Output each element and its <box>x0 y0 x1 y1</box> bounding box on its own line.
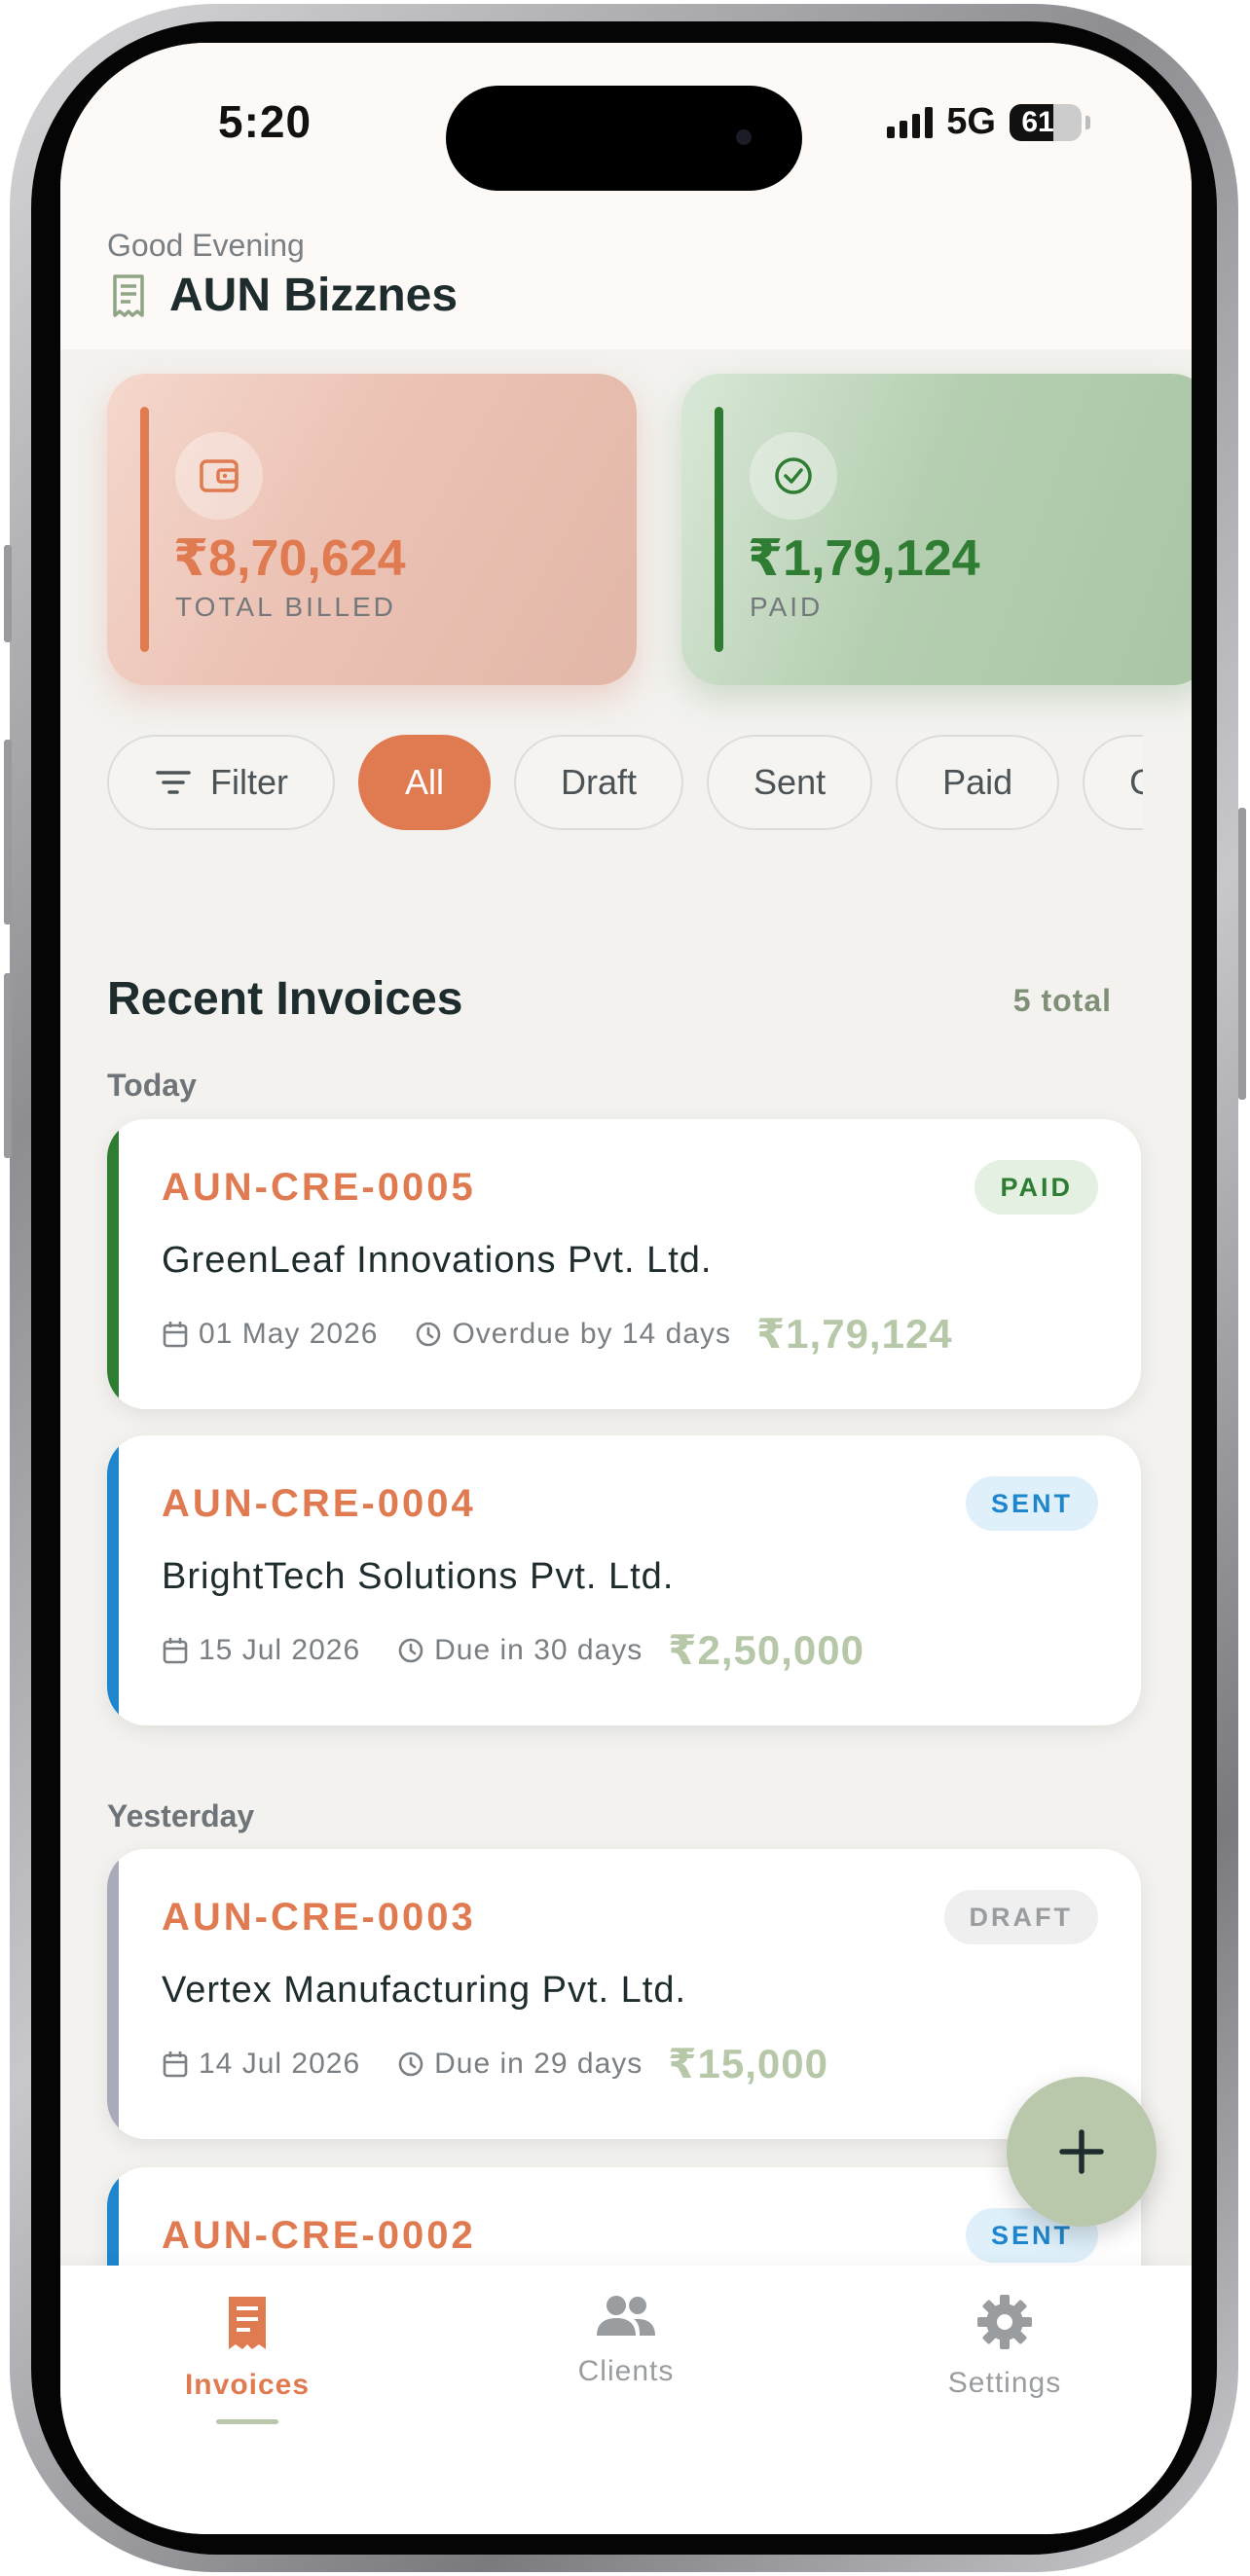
due-text: Due in 30 days <box>434 1633 643 1666</box>
nav-clients-label: Clients <box>577 2355 675 2387</box>
summary-cards: ₹8,70,624 TOTAL BILLED ₹1,79,124 PAID <box>107 374 1192 705</box>
card-accent-bar <box>140 407 149 652</box>
invoice-date: 14 Jul 2026 <box>199 2047 361 2080</box>
card-accent-bar <box>715 407 723 652</box>
status-indicators: 5G 61 <box>887 101 1090 143</box>
action-button <box>4 545 12 642</box>
calendar-icon <box>163 1637 188 1663</box>
active-indicator <box>216 2419 278 2424</box>
chip-sent[interactable]: Sent <box>707 735 873 830</box>
invoice-date: 01 May 2026 <box>199 1317 379 1350</box>
nav-settings[interactable]: Settings <box>888 2293 1121 2400</box>
invoice-meta: 14 Jul 2026 Due in 29 days ₹15,000 <box>162 2040 828 2087</box>
calendar-icon <box>163 2050 188 2077</box>
business-name: AUN Bizznes <box>169 270 459 321</box>
invoice-icon <box>229 2297 266 2349</box>
client-name: BrightTech Solutions Pvt. Ltd. <box>162 1556 675 1597</box>
receipt-icon <box>113 273 144 317</box>
status-time: 5:20 <box>218 96 312 147</box>
due-text: Due in 29 days <box>434 2047 643 2080</box>
filter-button[interactable]: Filter <box>107 735 335 830</box>
app-screen: 5:20 5G 61 Good Evening AUN Bizznes ₹8,7… <box>60 43 1192 2534</box>
invoice-card[interactable]: AUN-CRE-0003 DRAFT Vertex Manufacturing … <box>107 1849 1141 2139</box>
add-invoice-button[interactable] <box>1007 2077 1157 2227</box>
network-label: 5G <box>946 101 996 142</box>
invoice-id: AUN-CRE-0005 <box>162 1166 476 1209</box>
client-name: GreenLeaf Innovations Pvt. Ltd. <box>162 1240 713 1281</box>
invoice-date: 15 Jul 2026 <box>199 1633 361 1666</box>
volume-up-button <box>4 740 12 925</box>
nav-invoices[interactable]: Invoices <box>130 2293 364 2424</box>
front-camera <box>736 129 752 145</box>
invoice-accent <box>107 1435 119 1725</box>
nav-settings-label: Settings <box>947 2367 1062 2399</box>
invoice-card[interactable]: AUN-CRE-0005 PAID GreenLeaf Innovations … <box>107 1119 1141 1409</box>
due-text: Overdue by 14 days <box>452 1317 731 1350</box>
invoice-amount: ₹2,50,000 <box>668 1627 864 1673</box>
filter-chips: Filter All Draft Sent Paid C <box>107 729 1143 836</box>
invoice-accent <box>107 1119 119 1409</box>
invoice-id: AUN-CRE-0003 <box>162 1896 476 1939</box>
invoice-meta: 01 May 2026 Overdue by 14 days ₹1,79,124 <box>162 1310 953 1358</box>
wallet-icon <box>175 432 263 520</box>
battery-nub <box>1085 115 1090 129</box>
clock-icon <box>398 1638 423 1662</box>
volume-down-button <box>4 973 12 1158</box>
client-name: Vertex Manufacturing Pvt. Ltd. <box>162 1970 687 2011</box>
app-header: 5:20 5G 61 Good Evening AUN Bizznes <box>60 43 1192 349</box>
total-billed-amount: ₹8,70,624 <box>173 530 406 587</box>
invoice-count: 5 total <box>1012 983 1112 1018</box>
greeting-text: Good Evening <box>107 228 305 263</box>
battery-icon: 61 <box>1010 103 1082 141</box>
battery-level: 61 <box>1021 105 1054 138</box>
bottom-nav: Invoices Clients Settings <box>60 2266 1192 2534</box>
status-badge: SENT <box>965 1476 1098 1531</box>
power-button <box>1238 808 1246 1100</box>
chip-draft[interactable]: Draft <box>514 735 684 830</box>
filter-icon <box>156 771 191 794</box>
chip-all[interactable]: All <box>358 735 492 830</box>
invoice-id: AUN-CRE-0002 <box>162 2214 476 2257</box>
clock-icon <box>417 1322 441 1346</box>
calendar-icon <box>163 1321 188 1347</box>
plus-icon <box>1059 2129 1104 2174</box>
status-badge: PAID <box>974 1160 1098 1215</box>
paid-amount: ₹1,79,124 <box>748 530 980 587</box>
invoice-id: AUN-CRE-0004 <box>162 1482 476 1525</box>
nav-clients[interactable]: Clients <box>509 2293 743 2388</box>
gear-icon <box>977 2295 1032 2349</box>
check-circle-icon <box>750 432 837 520</box>
chip-paid[interactable]: Paid <box>896 735 1060 830</box>
paid-card[interactable]: ₹1,79,124 PAID <box>681 374 1192 685</box>
group-label-today: Today <box>107 1068 197 1103</box>
total-billed-card[interactable]: ₹8,70,624 TOTAL BILLED <box>107 374 637 685</box>
people-icon <box>597 2296 655 2336</box>
total-billed-label: TOTAL BILLED <box>175 592 396 622</box>
invoice-accent <box>107 1849 119 2139</box>
dynamic-island <box>446 86 802 191</box>
nav-invoices-label: Invoices <box>184 2369 311 2401</box>
clock-icon <box>398 2051 423 2076</box>
paid-label: PAID <box>750 592 824 622</box>
section-title: Recent Invoices <box>107 973 463 1025</box>
invoice-meta: 15 Jul 2026 Due in 30 days ₹2,50,000 <box>162 1626 864 1674</box>
app-title-row: AUN Bizznes <box>107 269 458 322</box>
invoice-amount: ₹1,79,124 <box>755 1311 953 1357</box>
filter-label: Filter <box>210 762 288 802</box>
invoice-card[interactable]: AUN-CRE-0004 SENT BrightTech Solutions P… <box>107 1435 1141 1725</box>
group-label-yesterday: Yesterday <box>107 1798 255 1833</box>
status-badge: DRAFT <box>943 1890 1098 1944</box>
chip-partial[interactable]: C <box>1083 735 1143 830</box>
signal-icon <box>887 106 934 138</box>
invoice-amount: ₹15,000 <box>668 2041 828 2086</box>
